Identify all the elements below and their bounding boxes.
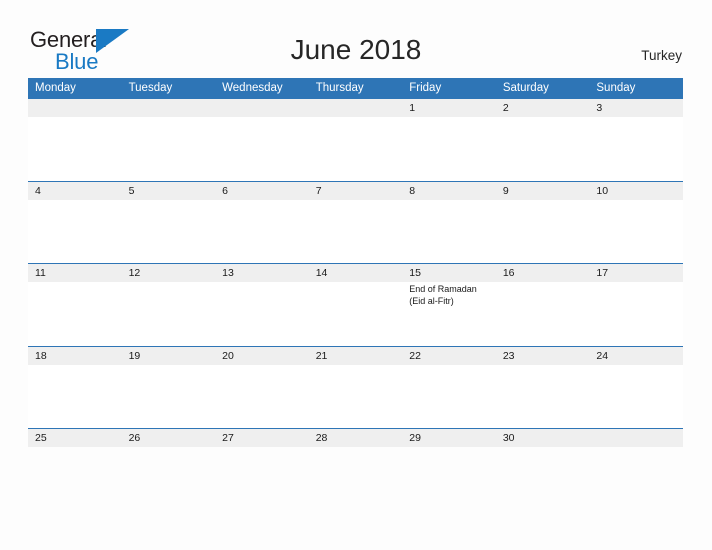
day-number[interactable]: 1 — [402, 98, 496, 117]
day-number[interactable]: 5 — [121, 180, 216, 200]
day-number[interactable]: 15 — [402, 263, 496, 282]
day-cell[interactable] — [589, 364, 683, 429]
day-number[interactable]: 28 — [308, 428, 403, 447]
day-cell[interactable] — [589, 282, 683, 346]
day-number[interactable]: 2 — [495, 98, 590, 117]
day-number[interactable]: 18 — [28, 345, 122, 365]
day-number[interactable]: 14 — [308, 263, 403, 282]
day-cell[interactable] — [121, 282, 216, 346]
calendar-header-row: Monday Tuesday Wednesday Thursday Friday… — [28, 78, 683, 99]
day-cell[interactable] — [589, 199, 683, 264]
day-cell[interactable] — [308, 282, 403, 346]
day-number[interactable]: 4 — [28, 180, 122, 200]
day-number[interactable]: 30 — [495, 428, 590, 447]
week-row-daynumbers: 11 12 13 14 15 16 17 — [28, 263, 683, 282]
weekday-header-sunday: Sunday — [589, 78, 683, 99]
day-number[interactable]: 7 — [308, 180, 403, 200]
day-cell[interactable] — [28, 199, 122, 264]
day-number[interactable]: 21 — [308, 345, 403, 365]
day-number[interactable]: 16 — [495, 263, 590, 282]
day-number[interactable]: 22 — [402, 345, 496, 365]
day-cell[interactable] — [28, 117, 122, 181]
day-cell[interactable] — [215, 364, 309, 429]
page-header: General Blue June 2018 Turkey — [0, 0, 712, 78]
week-row-events — [28, 199, 683, 264]
day-cell[interactable] — [402, 364, 496, 429]
day-number[interactable]: 12 — [121, 263, 216, 282]
weekday-header-tuesday: Tuesday — [121, 78, 216, 99]
day-number[interactable] — [308, 98, 403, 117]
day-cell[interactable] — [308, 199, 403, 264]
day-cell[interactable] — [495, 364, 590, 429]
day-cell[interactable] — [215, 282, 309, 346]
day-number[interactable] — [215, 98, 309, 117]
month-calendar-table: Monday Tuesday Wednesday Thursday Friday… — [28, 78, 683, 447]
day-number[interactable] — [121, 98, 216, 117]
country-label: Turkey — [641, 48, 682, 63]
day-cell[interactable] — [121, 364, 216, 429]
weekday-header-thursday: Thursday — [308, 78, 403, 99]
calendar-body: 1 2 3 4 5 6 7 8 9 10 11 12 13 14 15 16 1… — [28, 98, 683, 447]
week-row-daynumbers: 4 5 6 7 8 9 10 — [28, 180, 683, 200]
day-number[interactable]: 17 — [589, 263, 683, 282]
day-number[interactable]: 9 — [495, 180, 590, 200]
weekday-header-monday: Monday — [28, 78, 122, 99]
day-cell[interactable] — [121, 199, 216, 264]
day-number[interactable]: 8 — [402, 180, 496, 200]
day-number[interactable]: 10 — [589, 180, 683, 200]
page-title: June 2018 — [290, 34, 422, 65]
day-cell[interactable] — [308, 117, 403, 181]
day-cell[interactable] — [495, 117, 590, 181]
week-row-daynumbers: 18 19 20 21 22 23 24 — [28, 345, 683, 365]
day-cell[interactable] — [121, 117, 216, 181]
day-number[interactable] — [28, 98, 122, 117]
day-cell[interactable] — [589, 117, 683, 181]
day-number[interactable]: 24 — [589, 345, 683, 365]
day-number[interactable]: 13 — [215, 263, 309, 282]
week-row-daynumbers: 25 26 27 28 29 30 — [28, 428, 683, 447]
day-number[interactable]: 6 — [215, 180, 309, 200]
day-number[interactable]: 3 — [589, 98, 683, 117]
day-cell[interactable] — [28, 282, 122, 346]
day-number[interactable]: 23 — [495, 345, 590, 365]
calendar-page: General Blue June 2018 Turkey Monday Tue… — [0, 0, 712, 550]
day-cell[interactable] — [215, 117, 309, 181]
day-number[interactable]: 25 — [28, 428, 122, 447]
weekday-header-wednesday: Wednesday — [215, 78, 309, 99]
week-row-events — [28, 117, 683, 181]
day-cell[interactable] — [215, 199, 309, 264]
day-cell[interactable] — [495, 199, 590, 264]
day-cell[interactable] — [495, 282, 590, 346]
day-number[interactable]: 11 — [28, 263, 122, 282]
day-event-text: End of Ramadan (Eid al-Fitr) — [409, 284, 477, 306]
day-number[interactable]: 27 — [215, 428, 309, 447]
day-number[interactable]: 19 — [121, 345, 216, 365]
day-cell[interactable] — [402, 199, 496, 264]
week-row-daynumbers: 1 2 3 — [28, 98, 683, 117]
day-number[interactable]: 29 — [402, 428, 496, 447]
day-number[interactable] — [589, 428, 683, 447]
weekday-header-friday: Friday — [402, 78, 496, 99]
day-number[interactable]: 26 — [121, 428, 216, 447]
week-row-events: End of Ramadan (Eid al-Fitr) — [28, 282, 683, 346]
weekday-header-saturday: Saturday — [495, 78, 590, 99]
day-cell[interactable] — [308, 364, 403, 429]
day-cell[interactable] — [28, 364, 122, 429]
day-number[interactable]: 20 — [215, 345, 309, 365]
week-row-events — [28, 364, 683, 429]
day-cell[interactable] — [402, 117, 496, 181]
day-cell-with-event[interactable]: End of Ramadan (Eid al-Fitr) — [402, 282, 496, 346]
